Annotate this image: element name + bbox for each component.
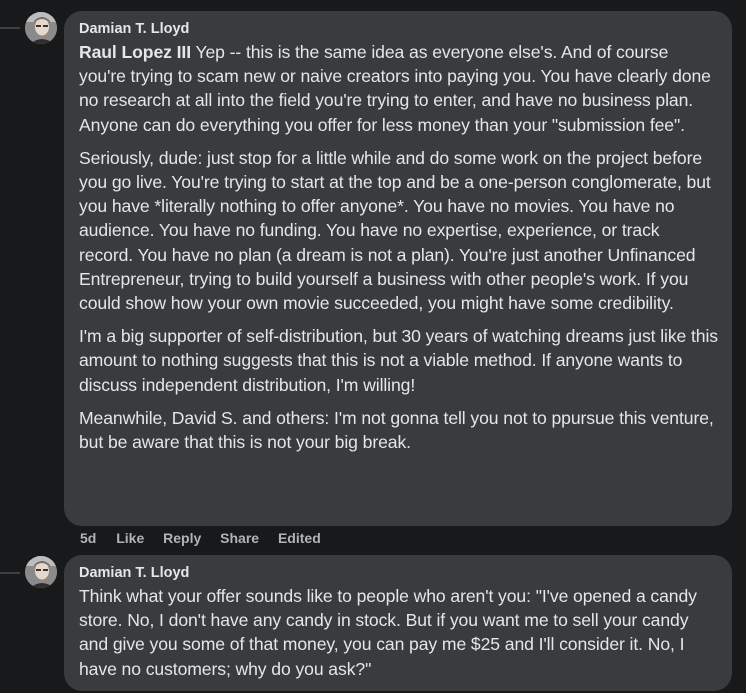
comment-paragraph: Raul Lopez III Yep -- this is the same i… [79,40,718,137]
avatar[interactable] [25,12,57,44]
comment-timestamp[interactable]: 5d [80,530,96,546]
user-avatar-photo-icon [25,556,57,588]
thread-connector-line [0,0,2,693]
comment-author[interactable]: Damian T. Lloyd [79,21,718,38]
thread-branch-line [0,27,20,29]
comment-bubble: Damian T. Lloyd Think what your offer so… [64,555,732,691]
edited-label[interactable]: Edited [278,530,321,546]
comment-paragraph: Think what your offer sounds like to peo… [79,586,697,679]
comment-actions: 5d Like Reply Share Edited [80,530,336,546]
user-avatar-photo-icon [25,12,57,44]
comment-bubble: Damian T. Lloyd Raul Lopez III Yep -- th… [64,11,732,526]
avatar[interactable] [25,556,57,588]
reply-button[interactable]: Reply [163,530,201,546]
share-button[interactable]: Share [220,530,259,546]
thread-branch-line [0,572,20,574]
comment-paragraph: Seriously, dude: just stop for a little … [79,147,711,314]
previous-comment-actions-fragment [120,0,160,1]
comment-paragraph: Meanwhile, David S. and others: I'm not … [79,407,714,453]
comment-paragraph: I'm a big supporter of self-distribution… [79,326,718,395]
like-button[interactable]: Like [116,530,144,546]
mention-link[interactable]: Raul Lopez III [79,42,191,62]
comment-author[interactable]: Damian T. Lloyd [79,565,718,582]
